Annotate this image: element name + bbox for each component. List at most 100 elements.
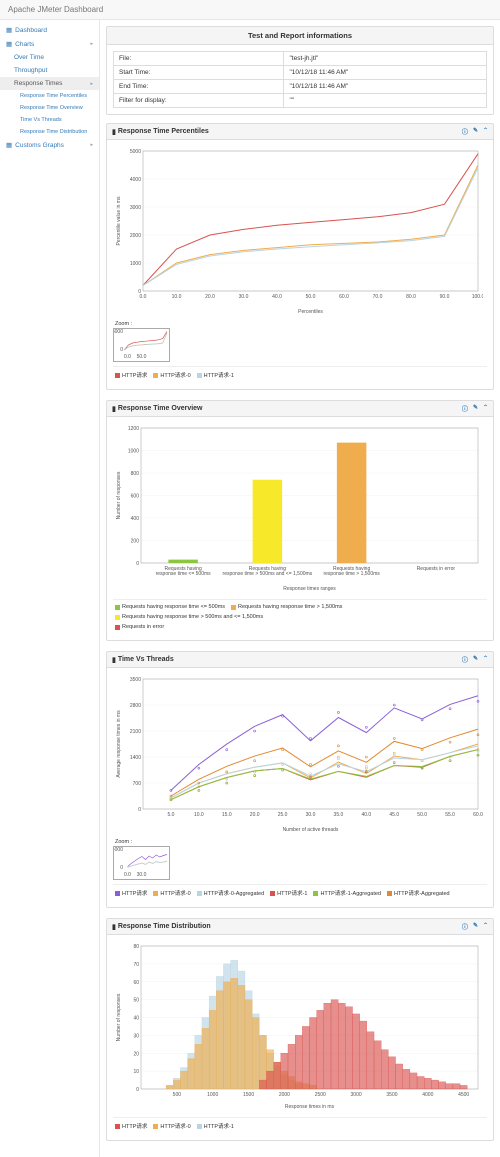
sidebar-item[interactable]: ▦Dashboard	[0, 23, 99, 37]
svg-text:40.0: 40.0	[361, 812, 371, 818]
sidebar-item[interactable]: Over Time	[0, 51, 99, 64]
info-icon[interactable]: ⓘ	[462, 655, 468, 664]
legend: Requests having response time <= 500ms R…	[113, 599, 487, 634]
panel-overview: ▮ Response Time Overview ⓘ ✎ ⌃ 020040060…	[106, 400, 494, 641]
chevron-icon: ▸	[90, 81, 93, 87]
svg-text:0.0: 0.0	[124, 872, 131, 877]
chevron-icon: ▸	[90, 41, 93, 47]
svg-text:Response times in ms: Response times in ms	[285, 1104, 335, 1110]
svg-text:0: 0	[120, 865, 123, 871]
svg-text:30: 30	[133, 1033, 139, 1039]
svg-text:0: 0	[138, 807, 141, 813]
sidebar-item[interactable]: Response Time Percentiles	[0, 90, 99, 102]
svg-text:70: 70	[133, 962, 139, 968]
svg-text:0: 0	[120, 347, 123, 353]
svg-text:60.0: 60.0	[339, 294, 349, 300]
chevron-icon: ▸	[90, 142, 93, 148]
sidebar-item[interactable]: Response Times▸	[0, 77, 99, 90]
home-icon: ▦	[6, 26, 12, 34]
svg-text:5000: 5000	[114, 329, 123, 335]
info-panel: Test and Report informations File:"test-…	[106, 26, 494, 115]
svg-text:1500: 1500	[243, 1092, 254, 1098]
sidebar-item[interactable]: Response Time Overview	[0, 102, 99, 114]
collapse-icon[interactable]: ⌃	[483, 655, 488, 664]
svg-text:Number of active threads: Number of active threads	[283, 827, 339, 833]
threads-zoom-chart: 0.030.040000	[114, 847, 169, 877]
svg-text:Response times ranges: Response times ranges	[283, 586, 336, 592]
info-key: End Time:	[114, 80, 284, 94]
sidebar: ▦Dashboard▦Charts▸Over TimeThroughputRes…	[0, 20, 100, 1157]
edit-icon[interactable]: ✎	[473, 655, 478, 664]
distribution-chart: 0102030405060708050010001500200025003000…	[113, 941, 483, 1111]
svg-text:1200: 1200	[128, 426, 139, 432]
svg-text:Percentile value in ms: Percentile value in ms	[116, 196, 122, 245]
svg-text:4000: 4000	[422, 1092, 433, 1098]
svg-text:50.0: 50.0	[417, 812, 427, 818]
info-icon[interactable]: ⓘ	[462, 922, 468, 931]
svg-text:2000: 2000	[279, 1092, 290, 1098]
info-icon[interactable]: ⓘ	[462, 404, 468, 413]
legend: HTTP请求 HTTP请求-0 HTTP请求-0-Aggregated HTTP…	[113, 884, 487, 901]
svg-text:45.0: 45.0	[389, 812, 399, 818]
svg-text:20.0: 20.0	[205, 294, 215, 300]
svg-text:Number of responses: Number of responses	[116, 471, 122, 519]
sidebar-item[interactable]: ▦Charts▸	[0, 37, 99, 51]
svg-text:0.0: 0.0	[140, 294, 147, 300]
swatch	[115, 373, 120, 378]
svg-text:2500: 2500	[315, 1092, 326, 1098]
info-icon[interactable]: ⓘ	[462, 127, 468, 136]
bar-chart-icon: ▮	[112, 128, 116, 136]
svg-text:10.0: 10.0	[172, 294, 182, 300]
edit-icon[interactable]: ✎	[473, 127, 478, 136]
svg-text:1000: 1000	[207, 1092, 218, 1098]
app-title: Apache JMeter Dashboard	[0, 0, 500, 20]
svg-text:1000: 1000	[130, 261, 141, 267]
svg-text:15.0: 15.0	[222, 812, 232, 818]
legend: HTTP请求 HTTP请求-0 HTTP请求-1	[113, 1117, 487, 1134]
svg-text:5.0: 5.0	[167, 812, 174, 818]
svg-text:0: 0	[136, 561, 139, 567]
bar-chart-icon: ▮	[112, 405, 116, 413]
info-key: File:	[114, 52, 284, 66]
swatch	[153, 373, 158, 378]
svg-text:10.0: 10.0	[194, 812, 204, 818]
sidebar-item[interactable]: ▦Customs Graphs▸	[0, 138, 99, 152]
svg-text:40.0: 40.0	[272, 294, 282, 300]
edit-icon[interactable]: ✎	[473, 404, 478, 413]
svg-text:Percentiles: Percentiles	[298, 309, 323, 315]
legend: HTTP请求 HTTP请求-0 HTTP请求-1	[113, 366, 487, 383]
collapse-icon[interactable]: ⌃	[483, 922, 488, 931]
svg-text:20.0: 20.0	[250, 812, 260, 818]
edit-icon[interactable]: ✎	[473, 922, 478, 931]
svg-text:10: 10	[133, 1069, 139, 1075]
svg-text:30.0: 30.0	[137, 872, 147, 877]
collapse-icon[interactable]: ⌃	[483, 127, 488, 136]
panel-distribution: ▮ Response Time Distribution ⓘ ✎ ⌃ 01020…	[106, 918, 494, 1141]
svg-text:4500: 4500	[458, 1092, 469, 1098]
svg-text:40: 40	[133, 1016, 139, 1022]
svg-text:1000: 1000	[128, 449, 139, 455]
svg-text:20: 20	[133, 1051, 139, 1057]
sidebar-item[interactable]: Response Time Distribution	[0, 126, 99, 138]
svg-text:30.0: 30.0	[306, 812, 316, 818]
svg-text:Requests in error: Requests in error	[417, 566, 456, 572]
svg-text:400: 400	[131, 516, 140, 522]
svg-text:3500: 3500	[130, 677, 141, 683]
bar-chart-icon: ▮	[112, 656, 116, 664]
bar-chart-icon: ▦	[6, 40, 12, 48]
svg-text:0.0: 0.0	[124, 354, 131, 359]
info-key: Start Time:	[114, 66, 284, 80]
svg-text:3500: 3500	[386, 1092, 397, 1098]
svg-text:2800: 2800	[130, 703, 141, 709]
svg-text:response time <= 500ms: response time <= 500ms	[156, 571, 212, 577]
svg-text:4000: 4000	[130, 177, 141, 183]
svg-text:1400: 1400	[130, 755, 141, 761]
svg-text:800: 800	[131, 471, 140, 477]
sidebar-item[interactable]: Throughput	[0, 64, 99, 77]
svg-text:30.0: 30.0	[239, 294, 249, 300]
collapse-icon[interactable]: ⌃	[483, 404, 488, 413]
svg-text:3000: 3000	[351, 1092, 362, 1098]
svg-text:80.0: 80.0	[406, 294, 416, 300]
sidebar-item[interactable]: Time Vs Threads	[0, 114, 99, 126]
threads-chart: 070014002100280035005.010.015.020.025.03…	[113, 674, 483, 834]
